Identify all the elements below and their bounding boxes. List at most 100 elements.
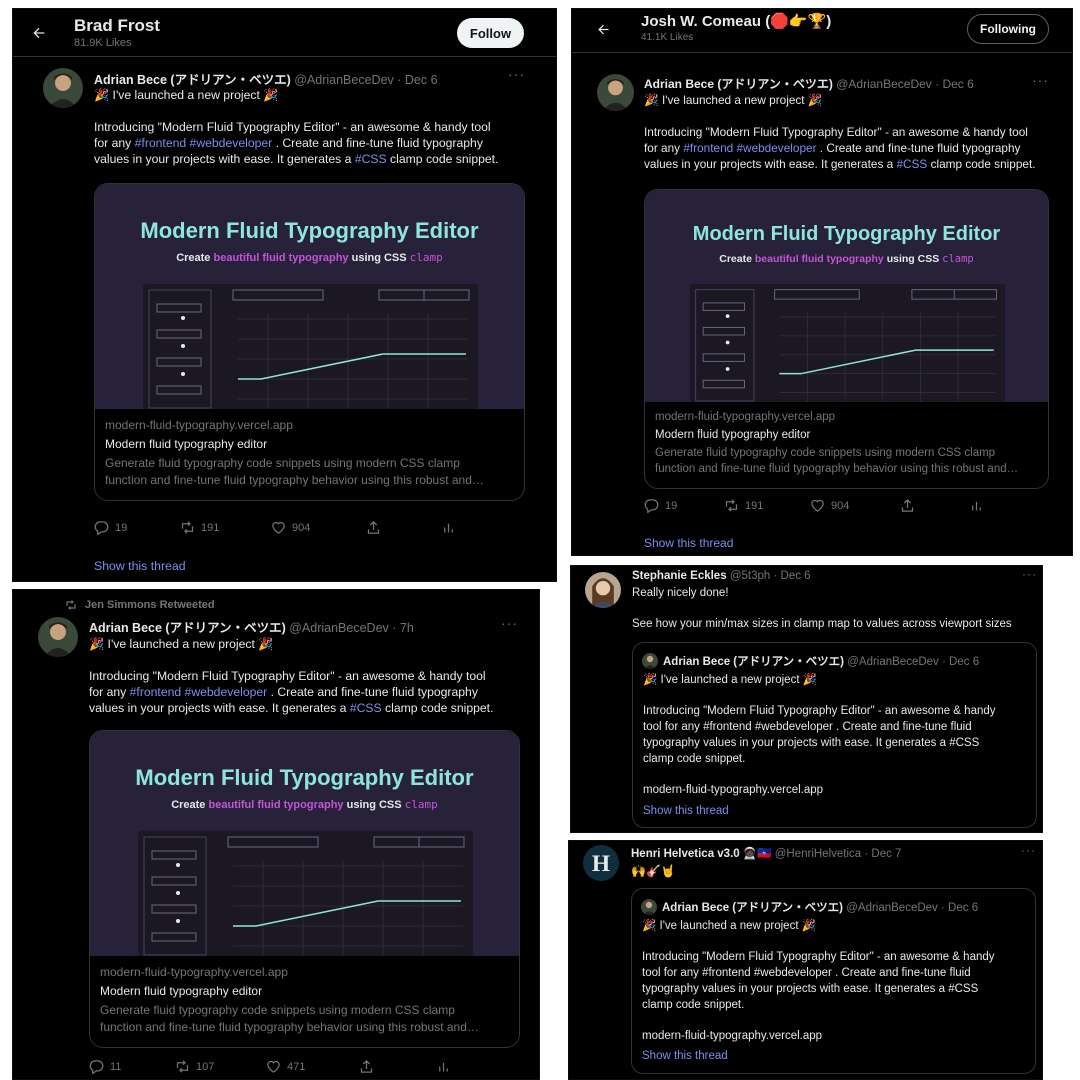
author-handle[interactable]: @AdrianBeceDev [294, 73, 394, 87]
author-name[interactable]: Stephanie Eckles [632, 570, 727, 582]
quoted-tweet[interactable]: Adrian Bece (アドリアン・ベツエ) @AdrianBeceDev ·… [631, 888, 1036, 1074]
more-icon[interactable]: ··· [1032, 72, 1049, 88]
reply-button[interactable]: 11 [89, 1059, 121, 1074]
avatar[interactable] [597, 74, 634, 111]
card-image: Modern Fluid Typography Editor Create be… [645, 190, 1048, 402]
follow-button[interactable]: Follow [457, 18, 524, 48]
retweet-button[interactable]: 191 [724, 498, 763, 513]
reply-icon [89, 1060, 104, 1074]
panel-stephanie-eckles: Stephanie Eckles @5t3ph · Dec 6 ··· Real… [570, 565, 1043, 833]
avatar[interactable]: H [583, 845, 619, 881]
link-card[interactable]: Modern Fluid Typography Editor Create be… [89, 730, 520, 1048]
back-button[interactable] [591, 17, 615, 41]
card-description: Generate fluid typography code snippets … [105, 456, 460, 470]
tweet-header: Henri Helvetica v3.0 🧑🏿‍🚀🇭🇹 @HenriHelvet… [631, 848, 902, 860]
tweet-text: 🙌🎸🤘 [631, 864, 676, 878]
hashtag-webdeveloper[interactable]: #webdeveloper [185, 685, 268, 699]
quote-link[interactable]: modern-fluid-typography.vercel.app [643, 782, 996, 798]
avatar[interactable] [38, 617, 78, 657]
link-card[interactable]: Modern Fluid Typography Editor Create be… [94, 183, 525, 501]
quote-link[interactable]: modern-fluid-typography.vercel.app [642, 1028, 995, 1044]
reply-button[interactable]: 19 [644, 498, 677, 513]
quote-header: Adrian Bece (アドリアン・ベツエ) @AdrianBeceDev ·… [663, 656, 980, 668]
more-icon[interactable]: ··· [501, 615, 518, 631]
card-domain: modern-fluid-typography.vercel.app [105, 418, 293, 432]
back-button[interactable] [27, 21, 51, 45]
panel-henri-helvetica: H Henri Helvetica v3.0 🧑🏿‍🚀🇭🇹 @HenriHelv… [568, 840, 1043, 1080]
tweet-date[interactable]: Dec 7 [871, 848, 901, 860]
tweet-date[interactable]: Dec 6 [781, 570, 811, 582]
analytics-button[interactable] [436, 1059, 451, 1074]
card-description: Generate fluid typography code snippets … [100, 1003, 455, 1017]
author-name[interactable]: Adrian Bece (アドリアン・ベツエ) [89, 621, 286, 635]
hashtag-frontend[interactable]: #frontend [130, 685, 182, 699]
hashtag-frontend[interactable]: #frontend [683, 141, 733, 155]
author-handle[interactable]: @AdrianBeceDev [289, 621, 389, 635]
retweeted-by: Jen Simmons Retweeted [65, 599, 215, 611]
svg-text:H: H [592, 851, 610, 877]
show-thread-link[interactable]: Show this thread [643, 805, 729, 817]
card-image-title: Modern Fluid Typography Editor [135, 765, 474, 790]
editor-screenshot [143, 284, 478, 409]
hashtag-webdeveloper[interactable]: #webdeveloper [736, 141, 816, 155]
retweet-button[interactable]: 107 [175, 1059, 214, 1074]
card-title: Modern fluid typography editor [100, 984, 263, 998]
share-button[interactable] [900, 498, 915, 513]
retweet-button[interactable]: 191 [180, 520, 219, 535]
show-thread-link[interactable]: Show this thread [642, 1050, 728, 1062]
show-thread-link[interactable]: Show this thread [94, 559, 186, 573]
share-icon [367, 520, 380, 534]
like-button[interactable]: 904 [271, 520, 310, 535]
quoted-tweet[interactable]: Adrian Bece (アドリアン・ベツエ) @AdrianBeceDev ·… [632, 642, 1037, 828]
quote-header: Adrian Bece (アドリアン・ベツエ) @AdrianBeceDev ·… [662, 902, 979, 914]
hashtag-css[interactable]: #CSS [350, 701, 382, 715]
profile-header: Brad Frost 81.9K Likes Follow [13, 9, 556, 57]
author-name[interactable]: Adrian Bece (アドリアン・ベツエ) [644, 77, 833, 91]
panel-jen-simmons-retweet: Jen Simmons Retweeted Adrian Bece (アドリアン… [12, 589, 540, 1080]
quote-text: 🎉 I've launched a new project 🎉 Introduc… [642, 920, 995, 1044]
hashtag-css[interactable]: #CSS [355, 152, 387, 166]
like-button[interactable]: 904 [810, 498, 849, 513]
author-handle[interactable]: @HenriHelvetica [775, 848, 861, 860]
hashtag-css[interactable]: #CSS [896, 157, 927, 171]
analytics-button[interactable] [969, 498, 984, 513]
more-icon[interactable]: ··· [508, 66, 525, 82]
card-image-title: Modern Fluid Typography Editor [692, 223, 1001, 245]
more-icon[interactable]: ··· [1022, 567, 1037, 581]
card-domain: modern-fluid-typography.vercel.app [655, 411, 836, 423]
retweet-icon [181, 521, 194, 534]
reply-button[interactable]: 19 [94, 520, 127, 535]
author-name[interactable]: Adrian Bece (アドリアン・ベツエ) [94, 73, 291, 87]
heart-icon [811, 499, 824, 512]
share-button[interactable] [366, 520, 381, 535]
tweet-date[interactable]: Dec 6 [942, 77, 973, 91]
share-button[interactable] [359, 1059, 374, 1074]
card-title: Modern fluid typography editor [105, 437, 268, 451]
like-button[interactable]: 471 [266, 1059, 305, 1074]
avatar[interactable] [585, 572, 621, 608]
card-meta: modern-fluid-typography.vercel.app Moder… [655, 409, 1038, 477]
card-image-subtitle: Create beautiful fluid typography using … [176, 251, 443, 264]
share-icon [360, 1059, 373, 1073]
following-button[interactable]: Following [967, 14, 1049, 44]
tweet-header: Adrian Bece (アドリアン・ベツエ) @AdrianBeceDev ·… [89, 621, 414, 635]
avatar[interactable] [43, 68, 83, 108]
analytics-button[interactable] [441, 520, 456, 535]
more-icon[interactable]: ··· [1021, 843, 1036, 857]
editor-screenshot [138, 831, 473, 956]
tweet-date[interactable]: Dec 6 [405, 73, 438, 87]
link-card[interactable]: Modern Fluid Typography Editor Create be… [644, 189, 1049, 489]
analytics-icon [444, 523, 453, 533]
card-image-subtitle: Create beautiful fluid typography using … [171, 798, 438, 811]
share-icon [901, 498, 914, 512]
reply-icon [644, 499, 659, 513]
hashtag-frontend[interactable]: #frontend [135, 136, 187, 150]
author-handle[interactable]: @AdrianBeceDev [836, 77, 932, 91]
reply-icon [94, 521, 109, 535]
author-name[interactable]: Henri Helvetica v3.0 🧑🏿‍🚀🇭🇹 [631, 848, 772, 860]
tweet-header: Adrian Bece (アドリアン・ベツエ) @AdrianBeceDev ·… [94, 73, 438, 87]
tweet-date[interactable]: 7h [400, 621, 414, 635]
show-thread-link[interactable]: Show this thread [644, 536, 733, 550]
author-handle[interactable]: @5t3ph [730, 570, 770, 582]
hashtag-webdeveloper[interactable]: #webdeveloper [190, 136, 273, 150]
